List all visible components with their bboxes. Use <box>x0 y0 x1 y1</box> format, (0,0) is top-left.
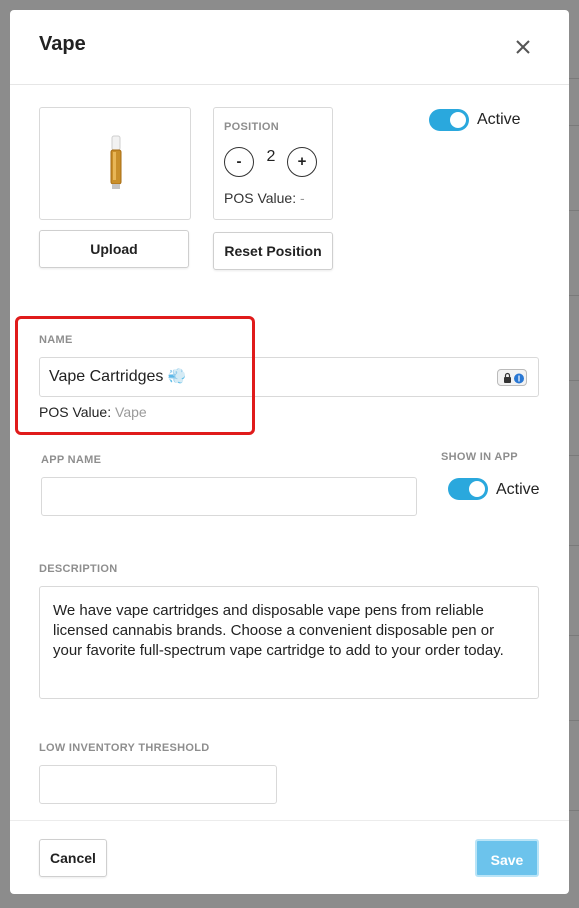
modal-header: Vape <box>10 10 569 85</box>
description-label: DESCRIPTION <box>39 563 118 575</box>
cancel-button[interactable]: Cancel <box>39 839 107 877</box>
low-inventory-threshold-label: LOW INVENTORY THRESHOLD <box>39 742 210 754</box>
low-inventory-threshold-input[interactable] <box>39 765 277 804</box>
close-icon <box>516 40 530 54</box>
modal-title: Vape <box>39 33 86 55</box>
save-button[interactable]: Save <box>475 839 539 877</box>
category-image <box>39 107 191 220</box>
position-panel: POSITION - 2 + POS Value: - <box>213 107 333 220</box>
vape-cartridge-image <box>110 135 122 189</box>
pos-value: Vape <box>115 404 147 420</box>
pos-value-label: POS Value: <box>224 190 297 206</box>
description-textarea[interactable]: We have vape cartridges and disposable v… <box>39 586 539 699</box>
upload-button[interactable]: Upload <box>39 230 189 268</box>
edit-category-modal: Vape Upload POSITION - 2 + POS Value: - … <box>10 10 569 894</box>
name-input[interactable]: Vape Cartridges 💨 <box>39 357 539 397</box>
name-label: NAME <box>39 334 73 346</box>
footer-divider <box>10 820 569 821</box>
app-name-input[interactable] <box>41 477 417 516</box>
show-in-app-toggle-label: Active <box>496 481 540 498</box>
close-button[interactable] <box>512 36 534 58</box>
name-pos-value: POS Value: Vape <box>39 404 147 420</box>
pos-value: - <box>300 190 305 206</box>
pos-value-label: POS Value: <box>39 404 112 420</box>
app-name-label: APP NAME <box>41 454 102 466</box>
position-label: POSITION <box>224 121 279 133</box>
show-in-app-label: SHOW IN APP <box>441 451 518 463</box>
active-toggle-label: Active <box>477 111 521 128</box>
position-increment-button[interactable]: + <box>287 147 317 177</box>
position-value: 2 <box>266 148 276 165</box>
position-pos-value: POS Value: - <box>224 190 305 206</box>
name-input-value: Vape Cartridges <box>49 368 164 385</box>
dash-emoji: 💨 <box>167 368 187 385</box>
position-decrement-button[interactable]: - <box>224 147 254 177</box>
password-manager-icon[interactable] <box>497 369 527 386</box>
active-toggle[interactable] <box>429 109 469 131</box>
reset-position-button[interactable]: Reset Position <box>213 232 333 270</box>
show-in-app-toggle[interactable] <box>448 478 488 500</box>
